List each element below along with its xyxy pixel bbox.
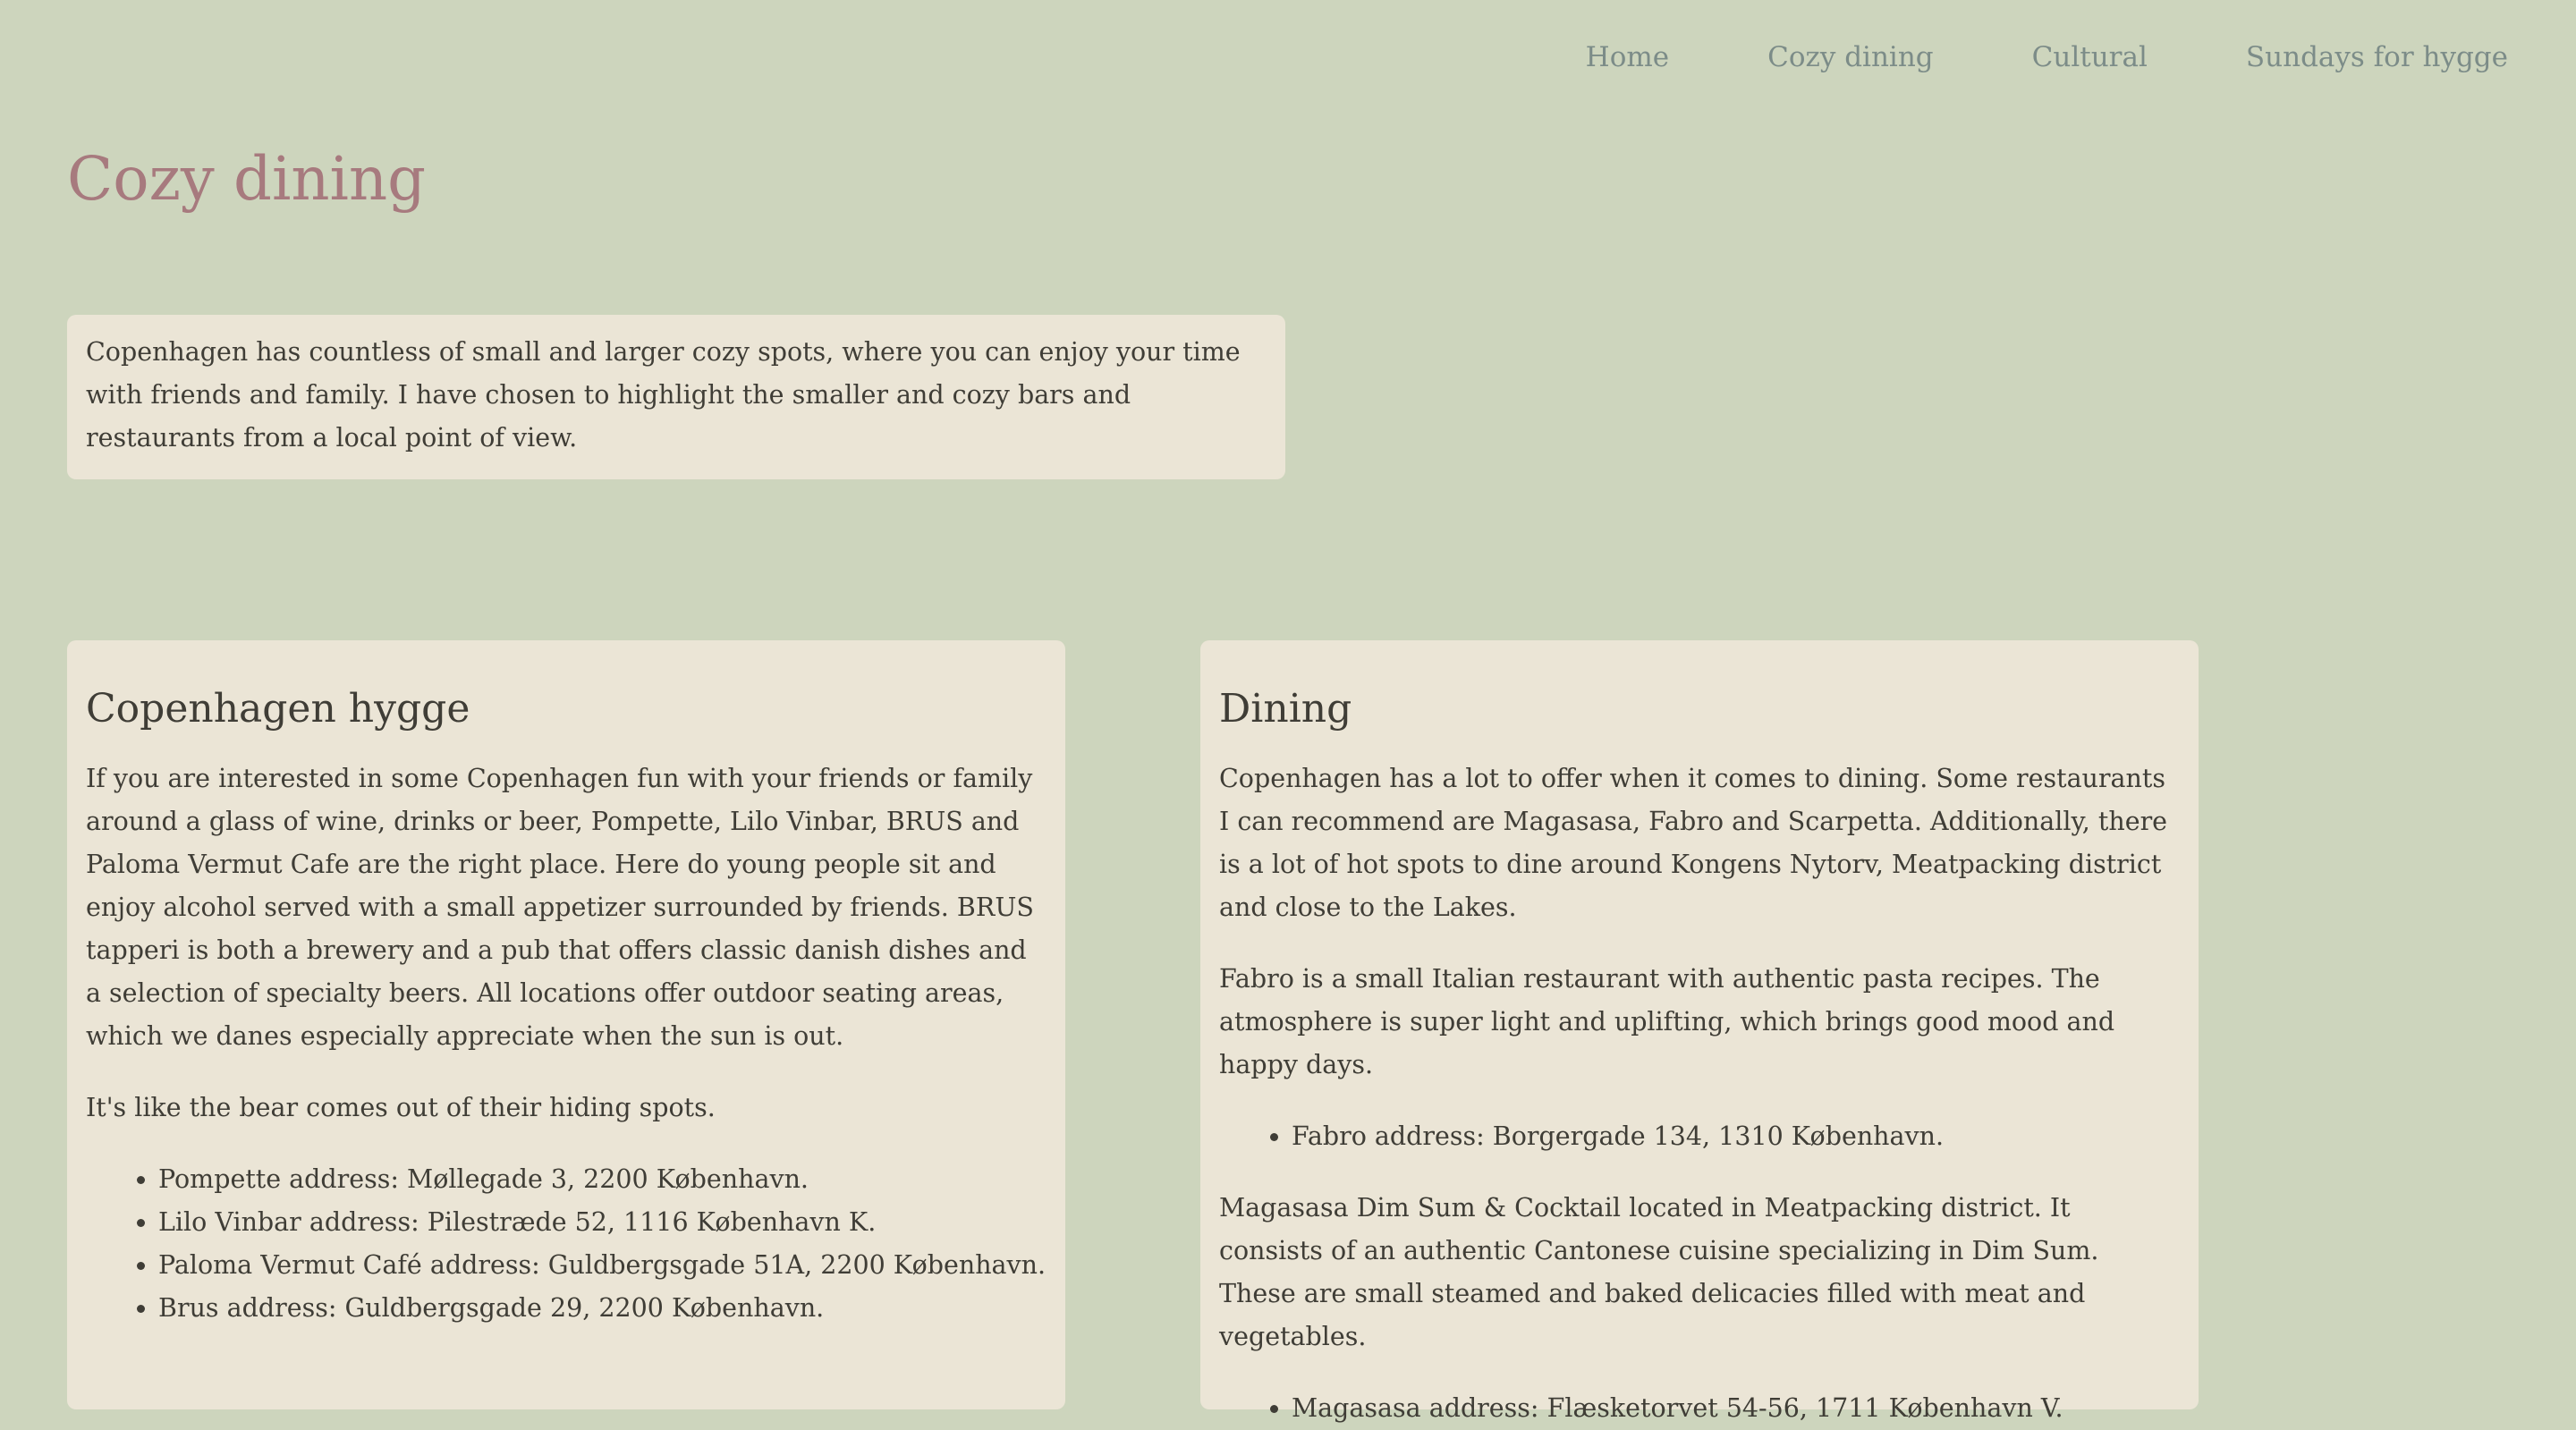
list-item: Lilo Vinbar address: Pilestræde 52, 1116… xyxy=(158,1201,1047,1244)
list-item: Paloma Vermut Café address: Guldbergsgad… xyxy=(158,1244,1047,1287)
hygge-paragraph-1: If you are interested in some Copenhagen… xyxy=(86,763,1034,1051)
top-nav: Home Cozy dining Cultural Sundays for hy… xyxy=(1586,41,2508,73)
hygge-paragraph-2: It's like the bear comes out of their hi… xyxy=(86,1092,716,1122)
dining-paragraph-3: Magasasa Dim Sum & Cocktail located in M… xyxy=(1219,1192,2099,1351)
page-title: Cozy dining xyxy=(67,144,426,214)
copenhagen-hygge-card: Copenhagen hygge If you are interested i… xyxy=(67,640,1065,1409)
nav-home[interactable]: Home xyxy=(1586,41,1669,73)
dining-paragraph-2: Fabro is a small Italian restaurant with… xyxy=(1219,963,2115,1079)
intro-text: Copenhagen has countless of small and la… xyxy=(86,337,1241,453)
fabro-address-list: Fabro address: Borgergade 134, 1310 Købe… xyxy=(1219,1115,2181,1158)
nav-sundays-for-hygge[interactable]: Sundays for hygge xyxy=(2246,41,2508,73)
dining-paragraph-1: Copenhagen has a lot to offer when it co… xyxy=(1219,763,2168,922)
list-item: Fabro address: Borgergade 134, 1310 Købe… xyxy=(1292,1115,2181,1158)
section-heading-hygge: Copenhagen hygge xyxy=(86,686,470,732)
nav-cultural[interactable]: Cultural xyxy=(2032,41,2148,73)
nav-cozy-dining[interactable]: Cozy dining xyxy=(1767,41,1934,73)
intro-card: Copenhagen has countless of small and la… xyxy=(67,315,1285,479)
dining-card: Dining Copenhagen has a lot to offer whe… xyxy=(1200,640,2199,1423)
list-item: Pompette address: Møllegade 3, 2200 Købe… xyxy=(158,1158,1047,1201)
section-heading-dining: Dining xyxy=(1219,686,1352,732)
hygge-address-list: Pompette address: Møllegade 3, 2200 Købe… xyxy=(86,1158,1047,1330)
list-item: Brus address: Guldbergsgade 29, 2200 Køb… xyxy=(158,1287,1047,1330)
